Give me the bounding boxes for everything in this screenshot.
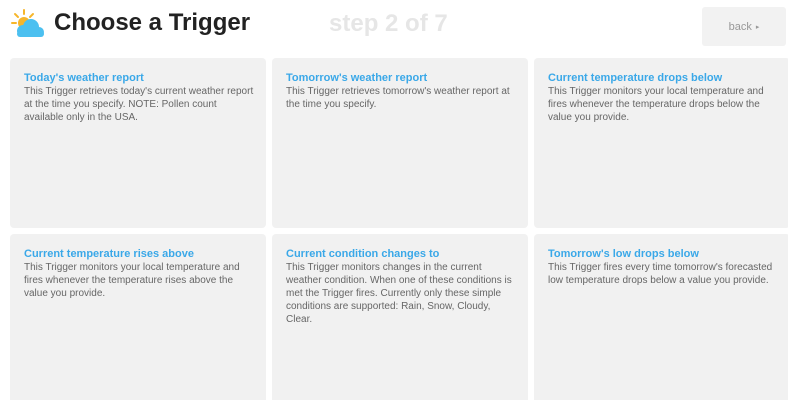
trigger-title[interactable]: Today's weather report — [24, 72, 254, 85]
trigger-card-temperature-rises-above[interactable]: Current temperature rises above This Tri… — [10, 234, 266, 400]
trigger-title[interactable]: Tomorrow's low drops below — [548, 248, 778, 261]
trigger-card-tomorrows-weather-report[interactable]: Tomorrow's weather report This Trigger r… — [272, 58, 528, 228]
trigger-title[interactable]: Current condition changes to — [286, 248, 516, 261]
caret-right-icon: ▸ — [755, 23, 760, 31]
page-title: Choose a Trigger — [54, 9, 251, 36]
trigger-description: This Trigger monitors your local tempera… — [548, 86, 764, 123]
back-button[interactable]: back ▸ — [702, 7, 786, 46]
trigger-description: This Trigger monitors your local tempera… — [24, 262, 240, 299]
trigger-card-condition-changes-to[interactable]: Current condition changes to This Trigge… — [272, 234, 528, 400]
trigger-title[interactable]: Current temperature drops below — [548, 72, 778, 85]
back-button-label: back — [728, 20, 752, 33]
trigger-card-todays-weather-report[interactable]: Today's weather report This Trigger retr… — [10, 58, 266, 228]
trigger-title[interactable]: Tomorrow's weather report — [286, 72, 516, 85]
sun-cloud-icon — [10, 8, 46, 40]
trigger-title[interactable]: Current temperature rises above — [24, 248, 254, 261]
trigger-card-temperature-drops-below[interactable]: Current temperature drops below This Tri… — [534, 58, 788, 228]
trigger-description: This Trigger retrieves tomorrow's weathe… — [286, 86, 510, 110]
header: Choose a Trigger step 2 of 7 back ▸ — [0, 0, 788, 52]
trigger-description: This Trigger fires every time tomorrow's… — [548, 262, 773, 286]
trigger-description: This Trigger retrieves today's current w… — [24, 86, 254, 123]
trigger-description: This Trigger monitors changes in the cur… — [286, 262, 512, 325]
page: Choose a Trigger step 2 of 7 back ▸ Toda… — [0, 0, 788, 400]
trigger-grid: Today's weather report This Trigger retr… — [10, 58, 788, 400]
trigger-card-tomorrows-low-drops-below[interactable]: Tomorrow's low drops below This Trigger … — [534, 234, 788, 400]
step-indicator: step 2 of 7 — [329, 10, 448, 37]
